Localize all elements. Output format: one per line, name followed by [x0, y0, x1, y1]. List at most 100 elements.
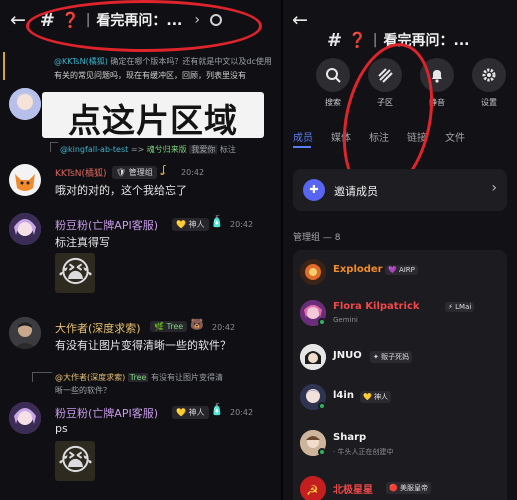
avatar[interactable]: [9, 317, 41, 349]
online-status-icon: [318, 448, 326, 456]
online-status-icon: [318, 402, 326, 410]
reply-tag: Tree: [127, 373, 149, 382]
tab-members[interactable]: 成员: [293, 129, 313, 144]
invite-members-row[interactable]: ✚ 邀请成员 ›: [293, 169, 507, 211]
channel-hash-icon: #: [327, 29, 343, 51]
sticker-crying-icon[interactable]: 😭: [55, 253, 95, 293]
search-button[interactable]: [316, 58, 350, 92]
threads-button[interactable]: [368, 58, 402, 92]
reply-tag: 魂兮归来版: [146, 145, 187, 154]
message-text: 标注真得写: [55, 236, 110, 249]
tab-links[interactable]: 链接: [407, 129, 427, 144]
message-author[interactable]: 粉豆粉(亡牌API客服): [55, 217, 158, 233]
avatar-image: ☭: [300, 476, 326, 500]
message-author[interactable]: KKTsN(橘狐): [55, 166, 107, 179]
chevron-right-icon[interactable]: ›: [194, 12, 200, 28]
member-avatar[interactable]: [300, 259, 326, 285]
reply-preview-2[interactable]: @kingfall-ab-test => 魂兮归来版 我爱你 标注: [60, 144, 280, 155]
reply-badge: 我爱你: [189, 145, 218, 154]
message-time: 20:42: [212, 323, 236, 332]
member-name[interactable]: l4in: [333, 390, 354, 401]
highlight-card: 点这片区域: [42, 92, 264, 140]
tab-files[interactable]: 文件: [445, 129, 465, 144]
chat-header: ← # ❓ | 看完再问：... ›: [10, 0, 280, 40]
role-badge: 💛 神人: [172, 406, 209, 419]
member-name[interactable]: 北极星星: [333, 481, 373, 496]
mute-label: 静音: [429, 98, 445, 107]
message-time: 20:42: [230, 220, 254, 229]
avatar[interactable]: [9, 164, 41, 196]
title-separator: |: [85, 12, 91, 28]
member-avatar[interactable]: ☭: [300, 476, 326, 500]
channel-hash-icon: #: [39, 9, 56, 31]
avatar-image: [300, 259, 326, 285]
member-name[interactable]: JNUO: [333, 350, 362, 361]
reply-text: 有没有让图片变得清: [151, 373, 224, 382]
member-list: [293, 250, 507, 500]
avatar[interactable]: [9, 88, 41, 120]
search-icon: [326, 68, 341, 83]
anime-avatar: [9, 213, 41, 245]
avatar[interactable]: [9, 213, 41, 245]
role-badge: 💛 神人: [172, 218, 209, 231]
member-name[interactable]: Flora Kilpatrick: [333, 301, 420, 312]
message-text: 哦对的对的，这个我给忘了: [55, 184, 187, 197]
quote-bar: [3, 52, 5, 80]
role-badge: 🌿 Tree: [150, 321, 188, 332]
reply-arrow: =>: [130, 145, 145, 154]
channel-title[interactable]: 看完再问：...: [96, 10, 182, 30]
member-name[interactable]: Exploder: [333, 264, 383, 275]
bottle-icon: 🧴: [210, 403, 224, 416]
message-author[interactable]: 粉豆粉(亡牌API客服): [55, 405, 158, 421]
gear-icon: [482, 68, 496, 82]
avatar-image: [300, 344, 326, 370]
active-tab-indicator: [293, 146, 311, 148]
message-author[interactable]: 大作者(深度求索): [55, 320, 141, 336]
member-status: · 牛头人正在创建中: [333, 448, 394, 456]
reply-preview-line2: 有关的常见问题吗，现在有缓冲区，回顾，列表里没有: [54, 71, 246, 80]
message-time: 20:42: [181, 168, 205, 177]
invite-label: 邀请成员: [334, 185, 378, 198]
search-icon[interactable]: [210, 14, 222, 26]
hook-icon: ʆ: [162, 163, 166, 176]
member-name[interactable]: Sharp: [333, 432, 366, 443]
message-text: ps: [55, 422, 68, 435]
back-arrow-icon[interactable]: ←: [10, 9, 26, 31]
reply-preview[interactable]: @KKTsN(橘狐) 确定在哪个版本吗？还有就是中文以及dc使用: [54, 56, 274, 67]
reply-user: @kingfall-ab-test: [60, 145, 129, 154]
settings-label: 设置: [481, 98, 497, 107]
anime-avatar: [9, 88, 41, 120]
reply-text: 确定在哪个版本吗？还有就是中文以及dc使用: [110, 57, 272, 66]
reply-user: @大作者(深度求索): [55, 373, 126, 382]
avatar[interactable]: [9, 402, 41, 434]
tab-media[interactable]: 媒体: [331, 129, 351, 144]
mute-button[interactable]: [420, 58, 454, 92]
search-label: 搜索: [325, 98, 341, 107]
member-avatar[interactable]: [300, 344, 326, 370]
threads-icon: [378, 68, 393, 83]
chevron-right-icon: ›: [491, 180, 497, 196]
question-icon: ❓: [348, 31, 367, 49]
role-badge: 🛡 管理组: [112, 166, 157, 179]
member-badge: 💜 AIRP: [385, 265, 418, 275]
fox-avatar: [9, 164, 41, 196]
reply-user: @KKTsN(橘狐): [54, 57, 108, 66]
bell-icon: [432, 70, 442, 83]
reply-preview-3[interactable]: @大作者(深度求索) Tree 有没有让图片变得清: [55, 372, 277, 383]
member-status: Gemini: [333, 316, 358, 324]
overlay-text: 点这片区域: [68, 101, 238, 140]
member-badge: ⚡ LMai: [445, 302, 475, 312]
member-badge: 🔴 美服皇帝: [386, 482, 431, 494]
online-status-icon: [318, 318, 326, 326]
channel-title: 看完再问：...: [383, 33, 470, 49]
member-badge: ✦ 贩子死妈: [370, 351, 413, 363]
tab-pins[interactable]: 标注: [369, 129, 389, 144]
svg-text:☭: ☭: [306, 483, 319, 499]
reply-tail: 标注: [219, 145, 236, 154]
sticker-crying-icon[interactable]: 😭: [55, 441, 95, 481]
settings-button[interactable]: [472, 58, 506, 92]
member-badge: 💛 神人: [360, 391, 391, 403]
add-user-icon: ✚: [303, 179, 325, 201]
back-arrow-icon[interactable]: ←: [292, 9, 308, 31]
reply-preview-line2: 晰一些的软件？: [55, 386, 111, 395]
